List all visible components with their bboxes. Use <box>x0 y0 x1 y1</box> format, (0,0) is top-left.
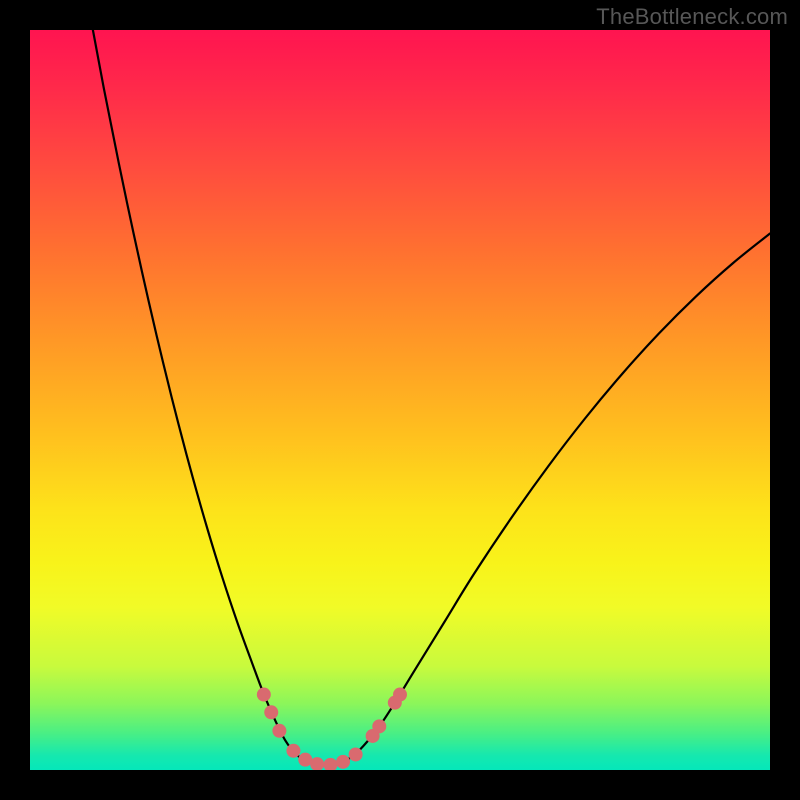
curve-marker <box>323 758 337 770</box>
plot-area <box>30 30 770 770</box>
curve-marker <box>372 719 386 733</box>
watermark-text: TheBottleneck.com <box>596 4 788 30</box>
curve-markers <box>257 688 407 770</box>
bottleneck-curve <box>93 30 770 765</box>
curve-marker <box>264 705 278 719</box>
curve-marker <box>349 747 363 761</box>
curve-marker <box>272 724 286 738</box>
bottleneck-curve-layer <box>30 30 770 770</box>
curve-marker <box>393 688 407 702</box>
chart-frame: TheBottleneck.com <box>0 0 800 800</box>
curve-marker <box>286 744 300 758</box>
curve-marker <box>257 688 271 702</box>
curve-marker <box>336 755 350 769</box>
